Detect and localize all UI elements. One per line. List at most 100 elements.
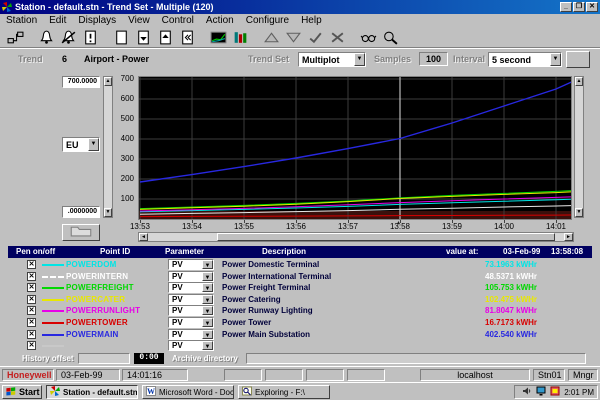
archive-directory-input[interactable]: [246, 353, 586, 364]
trend-tool-button[interactable]: [566, 51, 590, 68]
toolbar-page-recall-button[interactable]: [176, 28, 198, 46]
eu-select[interactable]: EU ▼: [62, 137, 100, 152]
pen-checkbox[interactable]: ✕: [27, 260, 36, 269]
scrollbar-thumb[interactable]: [217, 233, 555, 241]
pen-checkbox[interactable]: ✕: [27, 306, 36, 315]
chevron-down-icon[interactable]: ▼: [202, 283, 213, 292]
scroll-down-icon[interactable]: ▼: [575, 208, 583, 217]
pen-checkbox[interactable]: ✕: [27, 295, 36, 304]
axis-max-field[interactable]: 700.0000: [62, 76, 100, 88]
chevron-down-icon[interactable]: ▼: [550, 53, 561, 66]
chevron-down-icon[interactable]: ▼: [202, 318, 213, 327]
chevron-down-icon[interactable]: ▼: [202, 341, 213, 350]
maximize-button[interactable]: ❐: [573, 2, 585, 12]
chevron-down-icon[interactable]: ▼: [88, 138, 99, 151]
trend-plot[interactable]: [138, 76, 572, 220]
volume-icon[interactable]: [522, 389, 534, 398]
parameter-select[interactable]: PV▼: [168, 305, 214, 316]
parameter-select[interactable]: PV▼: [168, 340, 214, 351]
parameter-select[interactable]: PV▼: [168, 294, 214, 305]
menu-item-view[interactable]: View: [122, 15, 156, 26]
parameter-select[interactable]: PV▼: [168, 329, 214, 340]
pen-column-header: Pen on/off: [16, 247, 55, 256]
parameter-value: PV: [169, 272, 202, 281]
toolbar-alarm-button[interactable]: [35, 28, 57, 46]
toolbar-page-up-button[interactable]: [154, 28, 176, 46]
cursor-marker[interactable]: ▴: [397, 219, 400, 226]
point-id-field[interactable]: POWERTOWER: [66, 318, 128, 327]
parameter-select[interactable]: PV▼: [168, 282, 214, 293]
parameter-select[interactable]: PV▼: [168, 259, 214, 270]
point-id-field[interactable]: POWERMAIN: [66, 330, 118, 339]
status-user: Mngr: [568, 369, 598, 381]
menu-item-configure[interactable]: Configure: [240, 15, 295, 26]
point-id-field[interactable]: POWERFREIGHT: [66, 283, 134, 292]
page-up-icon: [157, 30, 174, 45]
y-tick-label: 100: [121, 194, 134, 203]
axis-min-field[interactable]: .0000000: [62, 206, 100, 218]
point-id-field[interactable]: POWERINTERN: [66, 272, 128, 281]
toolbar-alarm-disable-button[interactable]: [57, 28, 79, 46]
y-tick-label: 400: [121, 134, 134, 143]
close-button[interactable]: ✕: [586, 2, 598, 12]
menu-item-station[interactable]: Station: [0, 15, 43, 26]
pen-checkbox[interactable]: ✕: [27, 272, 36, 281]
pen-checkbox[interactable]: ✕: [27, 330, 36, 339]
toolbar-zoom-button[interactable]: [379, 28, 401, 46]
display-icon[interactable]: [536, 389, 548, 398]
pen-checkbox[interactable]: ✕: [27, 318, 36, 327]
point-id-field[interactable]: POWERRUNLIGHT: [66, 306, 140, 315]
archive-folder-button[interactable]: [62, 224, 100, 241]
toolbar-group-display-button[interactable]: [229, 28, 251, 46]
chevron-down-icon[interactable]: ▼: [202, 295, 213, 304]
menu-item-control[interactable]: Control: [156, 15, 200, 26]
plot-scrollbar-horizontal[interactable]: ◄ ►: [138, 232, 574, 242]
history-offset-input[interactable]: [78, 353, 130, 364]
status-empty-cell: [265, 369, 303, 381]
menu-item-help[interactable]: Help: [295, 15, 328, 26]
plot-scrollbar-vertical[interactable]: ▲ ▼: [574, 76, 584, 218]
start-button[interactable]: Start: [2, 385, 42, 399]
toolbar-connect-button[interactable]: [4, 28, 26, 46]
chevron-down-icon[interactable]: ▼: [202, 306, 213, 315]
point-value: 105.753 kWHr: [485, 283, 537, 292]
taskbar-button-station[interactable]: Station - default.stn -...: [46, 385, 138, 399]
chevron-down-icon[interactable]: ▼: [202, 330, 213, 339]
toolbar-trend-display-button[interactable]: [207, 28, 229, 46]
toolbar-page-button[interactable]: [110, 28, 132, 46]
toolbar: [0, 27, 600, 47]
menu-item-displays[interactable]: Displays: [72, 15, 122, 26]
schedule-icon[interactable]: [550, 389, 562, 398]
minimize-button[interactable]: _: [560, 2, 572, 12]
taskbar-button-word[interactable]: WMicrosoft Word - Document5: [142, 385, 234, 399]
taskbar-button-explorer[interactable]: Exploring - F:\: [238, 385, 330, 399]
toolbar-cancel-button[interactable]: [326, 28, 348, 46]
chevron-down-icon[interactable]: ▼: [202, 272, 213, 281]
chevron-down-icon[interactable]: ▼: [354, 53, 365, 66]
legend-row: ✕POWERINTERNPV▼Power International Termi…: [8, 271, 592, 282]
toolbar-alarm-message-button[interactable]: [79, 28, 101, 46]
toolbar-accept-button[interactable]: [304, 28, 326, 46]
pen-checkbox[interactable]: ✕: [27, 341, 36, 350]
pen-checkbox[interactable]: ✕: [27, 283, 36, 292]
point-id-field[interactable]: POWERCATER: [66, 295, 125, 304]
menu-item-action[interactable]: Action: [200, 15, 240, 26]
scroll-right-icon[interactable]: ►: [564, 233, 573, 241]
toolbar-lower-button[interactable]: [282, 28, 304, 46]
toolbar-raise-button[interactable]: [260, 28, 282, 46]
menu-item-edit[interactable]: Edit: [43, 15, 72, 26]
chevron-down-icon[interactable]: ▼: [202, 260, 213, 269]
samples-input[interactable]: 100: [419, 52, 448, 66]
page-down-icon: [135, 30, 152, 45]
parameter-select[interactable]: PV▼: [168, 271, 214, 282]
parameter-select[interactable]: PV▼: [168, 317, 214, 328]
interval-select[interactable]: 5 second ▼: [488, 52, 562, 67]
status-host: localhost: [420, 369, 530, 381]
pen-line-sample: [42, 299, 64, 301]
scroll-up-icon[interactable]: ▲: [575, 77, 583, 86]
trend-set-select[interactable]: Multiplot ▼: [298, 52, 366, 67]
scroll-left-icon[interactable]: ◄: [139, 233, 148, 241]
point-id-field[interactable]: POWERDOM: [66, 260, 117, 269]
toolbar-page-down-button[interactable]: [132, 28, 154, 46]
toolbar-find-button[interactable]: [357, 28, 379, 46]
